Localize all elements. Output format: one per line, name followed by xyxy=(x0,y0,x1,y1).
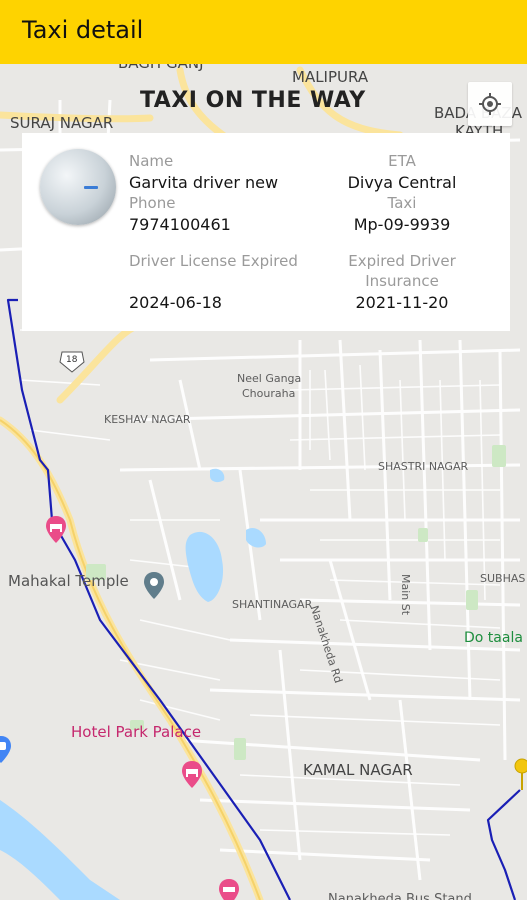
insurance-expiry: 2021-11-20 xyxy=(355,293,449,312)
map-label-malipura: MALIPURA xyxy=(292,68,369,86)
map-label-suraj-nagar: SURAJ NAGAR xyxy=(10,114,114,132)
driver-phone[interactable]: 7974100461 xyxy=(129,215,231,234)
map-label-shastri-nagar: SHASTRI NAGAR xyxy=(378,460,469,473)
taxi-number: Mp-09-9939 xyxy=(353,215,451,234)
map-label-shantinagar: SHANTINAGAR xyxy=(232,598,313,611)
map-label-bagh-ganj: BAGH GANJ xyxy=(118,64,204,72)
hotel-pin-icon[interactable] xyxy=(45,516,67,544)
my-location-button[interactable] xyxy=(468,82,512,126)
driver-info-card: Name Garvita driver new Phone 7974100461… xyxy=(22,133,510,331)
phone-label: Phone xyxy=(129,194,176,212)
eta-label: ETA xyxy=(388,152,416,170)
insurance-label-line2: Insurance xyxy=(365,272,439,290)
taxi-label: Taxi xyxy=(387,194,417,212)
map-label-mahakal-temple[interactable]: Mahakal Temple xyxy=(8,572,129,590)
hotel-pin-icon[interactable] xyxy=(181,761,203,789)
driver-avatar xyxy=(40,149,116,225)
map-label-neel-ganga: Neel Ganga xyxy=(237,372,302,385)
license-expiry: 2024-06-18 xyxy=(129,293,222,312)
name-label: Name xyxy=(129,152,174,170)
hotel-pin-icon[interactable] xyxy=(218,879,240,900)
map-label-bus-stand[interactable]: Nanakheda Bus Stand xyxy=(328,892,472,900)
driver-name: Garvita driver new xyxy=(129,173,279,192)
map-label-do-taala[interactable]: Do taala xyxy=(464,630,523,646)
route-shield-label: 18 xyxy=(66,355,78,365)
map-label-keshav-nagar: KESHAV NAGAR xyxy=(104,413,191,426)
crosshair-icon xyxy=(479,93,501,115)
map-label-main-st: Main St xyxy=(399,574,412,616)
transit-pin-icon[interactable] xyxy=(0,736,12,764)
temple-pin-icon[interactable] xyxy=(143,572,165,600)
app-bar: Taxi detail xyxy=(0,0,527,64)
page-title: Taxi detail xyxy=(22,16,144,44)
status-banner: TAXI ON THE WAY xyxy=(140,88,366,113)
map-label-subhas: SUBHAS xyxy=(480,572,526,585)
map-label-hotel-park-palace[interactable]: Hotel Park Palace xyxy=(71,723,201,741)
eta-value: Divya Central xyxy=(347,173,457,192)
map-label-kamal-nagar: KAMAL NAGAR xyxy=(303,761,413,779)
license-label: Driver License Expired xyxy=(129,252,298,270)
map-label-chouraha: Chouraha xyxy=(242,387,296,400)
insurance-label-line1: Expired Driver xyxy=(348,252,456,270)
